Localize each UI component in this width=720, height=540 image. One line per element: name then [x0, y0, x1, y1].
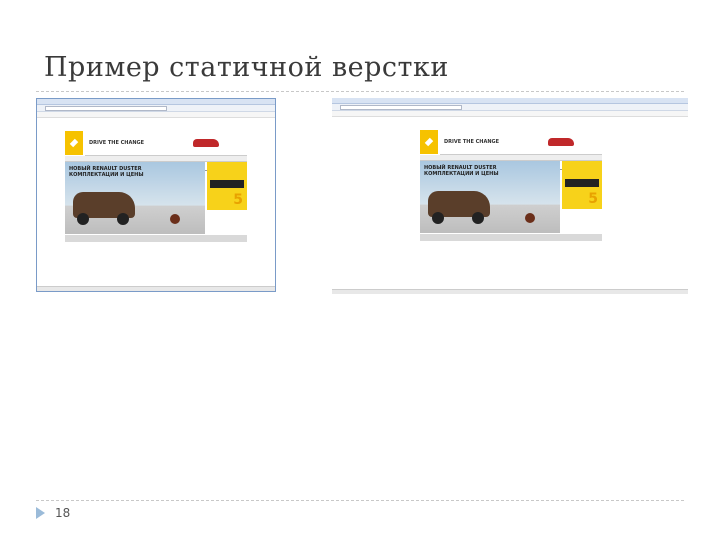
promo-car-image [210, 180, 244, 188]
promo-sidebar: 5 [562, 161, 602, 233]
browser-bookmarks [37, 112, 275, 118]
site-header: DRIVE THE CHANGE [85, 133, 247, 156]
duster-banner: НОВЫЙ RENAULT DUSTER КОМПЛЕКТАЦИИ И ЦЕНЫ [420, 161, 560, 233]
promo-text-area [562, 209, 602, 233]
wheel [117, 213, 129, 225]
slide-title: Пример статичной верстки [44, 52, 449, 83]
wheel [77, 213, 89, 225]
browser-bookmarks [332, 111, 688, 117]
browser-statusbar [37, 286, 275, 291]
red-car-image [193, 139, 219, 147]
renault-site: DRIVE THE CHANGE НОВЫЙ RENAULT DUSTER КО… [65, 131, 247, 243]
banner-text: НОВЫЙ RENAULT DUSTER КОМПЛЕКТАЦИИ И ЦЕНЫ [424, 165, 499, 177]
renault-logo [65, 131, 83, 155]
browser-addressbar [332, 104, 688, 111]
promo-number: 5 [233, 192, 243, 208]
red-car-image [548, 138, 574, 146]
footer-arrow-icon [36, 507, 45, 519]
wheel [472, 212, 484, 224]
site-header: DRIVE THE CHANGE [440, 132, 602, 155]
duster-banner: НОВЫЙ RENAULT DUSTER КОМПЛЕКТАЦИИ И ЦЕНЫ [65, 162, 205, 234]
banner-text: НОВЫЙ RENAULT DUSTER КОМПЛЕКТАЦИИ И ЦЕНЫ [69, 166, 144, 178]
site-slogan: DRIVE THE CHANGE [444, 139, 500, 145]
header-divider [36, 91, 684, 92]
promo-text-area [207, 210, 247, 234]
screenshot-left: DRIVE THE CHANGE НОВЫЙ RENAULT DUSTER КО… [36, 98, 276, 292]
site-footer-bar [420, 234, 602, 241]
banner-subtitle: КОМПЛЕКТАЦИИ И ЦЕНЫ [424, 171, 499, 177]
promo-car-image [565, 179, 599, 187]
page-number: 18 [55, 506, 71, 520]
banner-subtitle: КОМПЛЕКТАЦИИ И ЦЕНЫ [69, 172, 144, 178]
promo-sidebar: 5 [207, 162, 247, 234]
promo-number: 5 [588, 191, 598, 207]
footer-divider [36, 500, 684, 501]
browser-addressbar [37, 105, 275, 112]
site-slogan: DRIVE THE CHANGE [89, 140, 145, 146]
renault-logo [420, 130, 438, 154]
ball-image [170, 214, 180, 224]
wheel [432, 212, 444, 224]
browser-statusbar [332, 289, 688, 294]
renault-site: DRIVE THE CHANGE НОВЫЙ RENAULT DUSTER КО… [420, 130, 602, 242]
site-footer-bar [65, 235, 247, 242]
screenshot-right: DRIVE THE CHANGE НОВЫЙ RENAULT DUSTER КО… [332, 98, 688, 294]
ball-image [525, 213, 535, 223]
